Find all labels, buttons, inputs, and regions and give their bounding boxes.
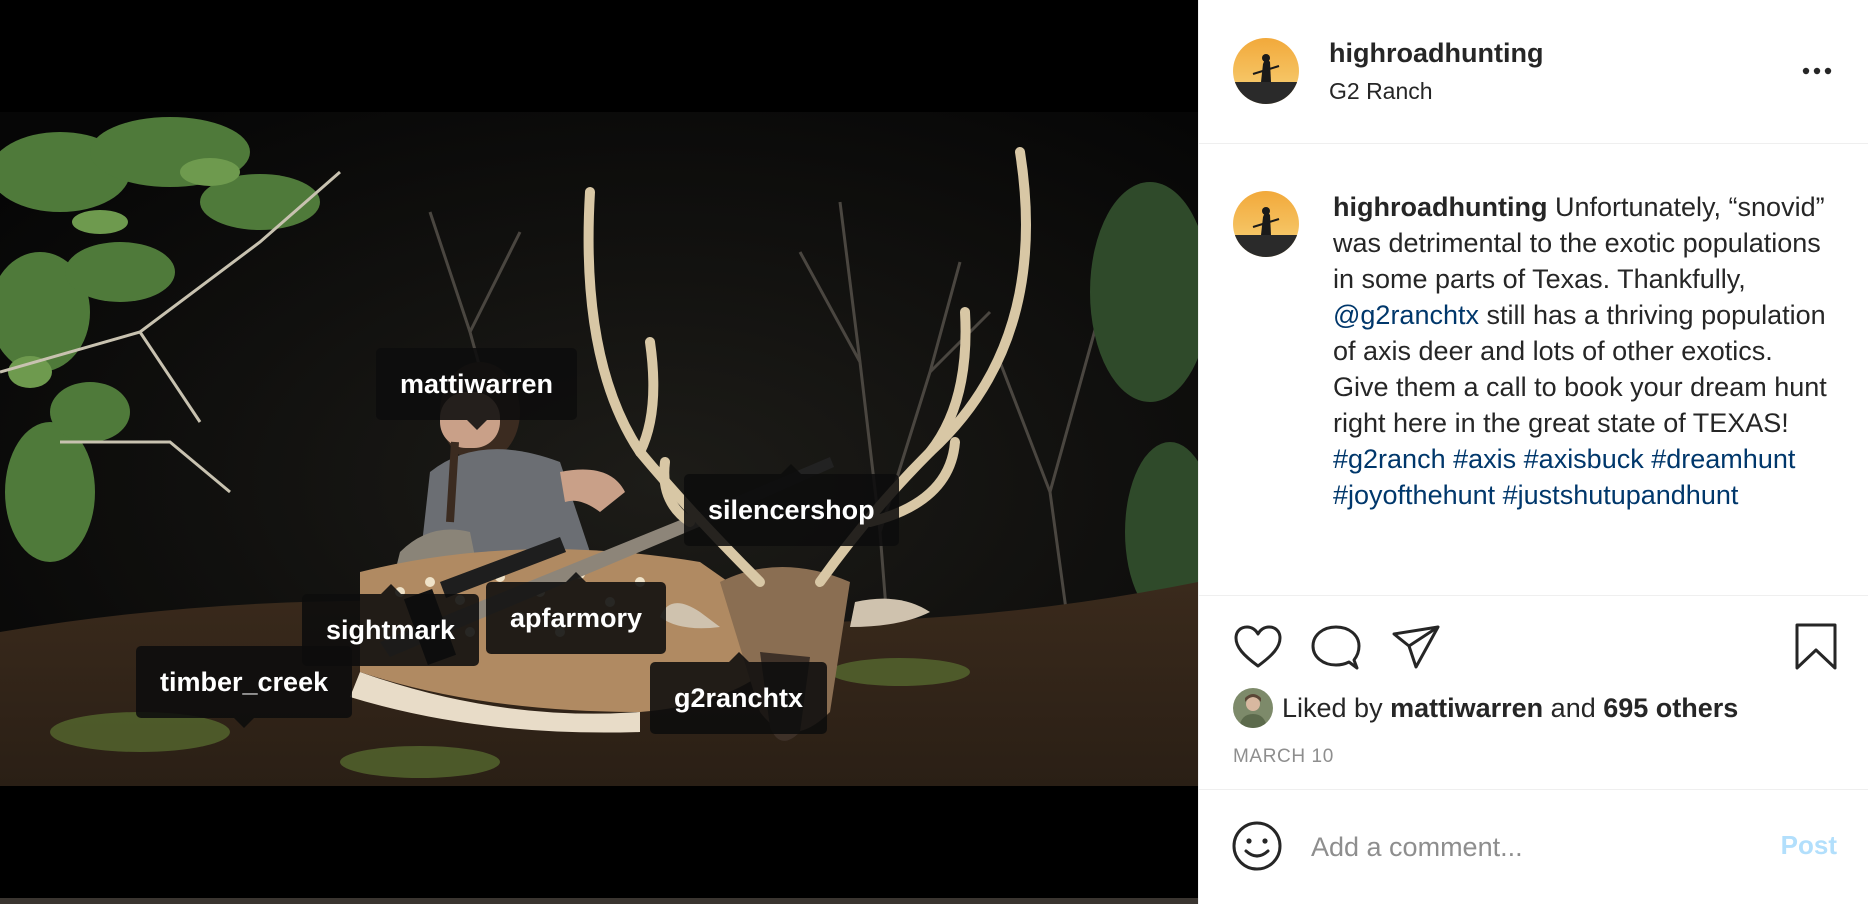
post-photo[interactable]: mattiwarren silencershop sightmark apfar…: [0, 112, 1198, 786]
comment-input[interactable]: [1311, 820, 1751, 874]
post-location[interactable]: G2 Ranch: [1329, 78, 1433, 105]
photo-tag-timber-creek[interactable]: timber_creek: [136, 646, 353, 728]
more-options-icon[interactable]: [1797, 56, 1837, 86]
paper-plane-icon[interactable]: [1391, 624, 1441, 675]
caption-text: highroadhunting Unfortunately, “snovid” …: [1333, 189, 1833, 513]
caption-username[interactable]: highroadhunting: [1333, 192, 1547, 222]
post-comment-button[interactable]: Post: [1781, 830, 1837, 861]
post-date[interactable]: MARCH 10: [1233, 746, 1334, 768]
liker-avatar[interactable]: [1233, 688, 1273, 728]
liker-username[interactable]: mattiwarren: [1390, 693, 1543, 723]
likes-others-link[interactable]: 695 others: [1603, 693, 1738, 723]
caption-mention[interactable]: @g2ranchtx: [1333, 300, 1479, 330]
hashtag-link[interactable]: #joyofthehunt: [1333, 480, 1495, 510]
smiley-icon[interactable]: [1231, 820, 1283, 877]
post-actions: Liked by mattiwarren and 695 others MARC…: [1199, 595, 1868, 790]
heart-icon[interactable]: [1233, 624, 1283, 675]
photo-tag-mattiwarren[interactable]: mattiwarren: [376, 348, 578, 430]
hashtag-link[interactable]: #axis: [1453, 444, 1516, 474]
author-username[interactable]: highroadhunting: [1329, 38, 1543, 69]
likes-conjunction: and: [1550, 692, 1596, 723]
author-avatar[interactable]: [1233, 38, 1299, 104]
post-caption: highroadhunting Unfortunately, “snovid” …: [1199, 145, 1868, 595]
post-info-panel: highroadhunting G2 Ranch highroadhunting…: [1198, 0, 1868, 904]
post-header: highroadhunting G2 Ranch: [1199, 0, 1868, 144]
hashtag-link[interactable]: #justshutupandhunt: [1503, 480, 1739, 510]
hashtag-link[interactable]: #g2ranch: [1333, 444, 1446, 474]
likes-summary: Liked by mattiwarren and 695 others: [1233, 688, 1738, 728]
photo-tag-apfarmory[interactable]: apfarmory: [486, 572, 667, 654]
comment-icon[interactable]: [1311, 624, 1361, 677]
media-bottom-strip: [0, 898, 1198, 904]
bookmark-icon[interactable]: [1793, 622, 1839, 677]
photo-tag-silencershop[interactable]: silencershop: [684, 464, 899, 546]
hashtag-link[interactable]: #dreamhunt: [1651, 444, 1795, 474]
hashtag-link[interactable]: #axisbuck: [1524, 444, 1644, 474]
likes-text: Liked by mattiwarren and 695 others: [1282, 693, 1738, 724]
photo-tag-g2ranchtx[interactable]: g2ranchtx: [650, 652, 828, 734]
likes-prefix: Liked by: [1282, 692, 1383, 723]
post-media: mattiwarren silencershop sightmark apfar…: [0, 0, 1198, 904]
comment-bar: Post: [1199, 790, 1868, 904]
caption-author-avatar[interactable]: [1233, 191, 1299, 257]
